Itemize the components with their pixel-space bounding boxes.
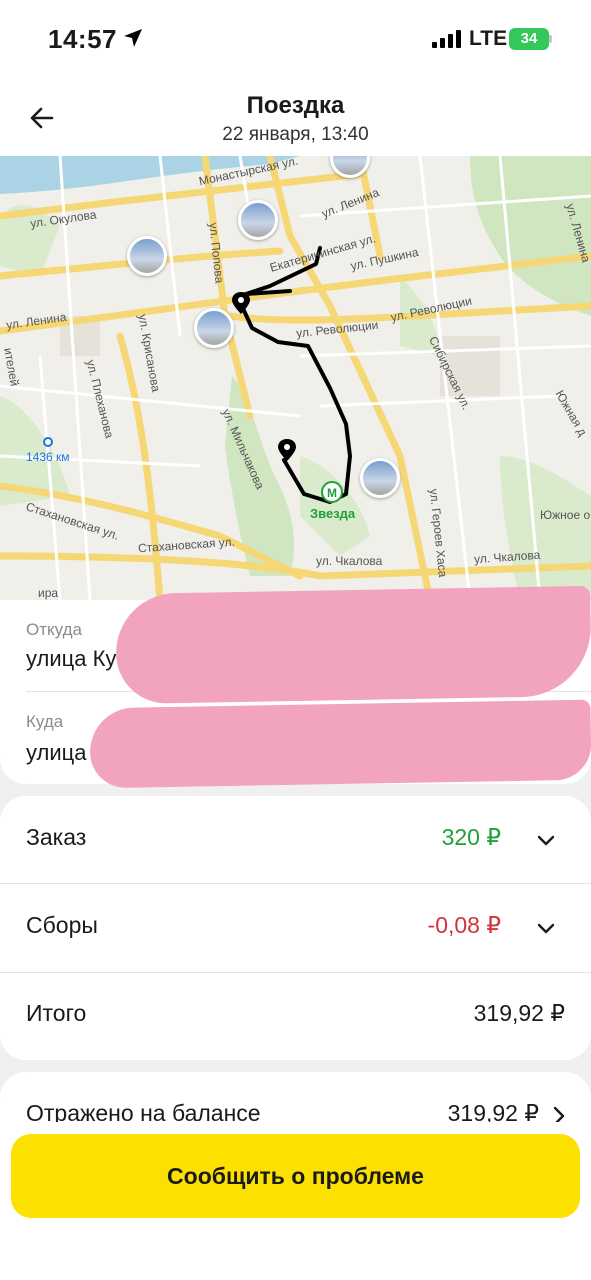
map-distance-label: 1436 км: [26, 450, 70, 464]
total-row: Итого 319,92 ₽: [0, 972, 591, 1060]
landmark-marker[interactable]: [360, 458, 400, 498]
landmark-marker[interactable]: [127, 236, 167, 276]
fees-value: -0,08 ₽: [427, 912, 501, 938]
location-arrow-icon: [124, 29, 142, 47]
status-time: 14:57: [48, 24, 117, 54]
address-card: Откуда улица Ку Куда улица: [0, 585, 591, 789]
report-problem-button[interactable]: Сообщить о проблеме: [11, 1134, 580, 1218]
landmark-marker[interactable]: [238, 200, 278, 240]
redaction-overlay: [89, 699, 591, 789]
page-title: Поездка: [246, 92, 345, 119]
chevron-down-icon[interactable]: [534, 916, 558, 940]
battery-icon: 34: [509, 28, 549, 50]
map-street-label: ул. Чкалова: [316, 554, 383, 568]
price-card: Заказ 320 ₽ Сборы -0,08 ₽ Итого 319,92 ₽: [0, 796, 591, 1060]
page-subtitle: 22 января, 13:40: [222, 124, 369, 145]
bottom-action-bar: Сообщить о проблеме: [0, 1122, 591, 1280]
route-map[interactable]: М Монастырская ул. ул. Окулова ул. Ленин…: [0, 156, 591, 600]
battery-cap: [549, 35, 552, 43]
chevron-down-icon[interactable]: [534, 828, 558, 852]
status-bar: 14:57 LTE 34: [0, 0, 591, 80]
order-value: 320 ₽: [441, 824, 501, 850]
map-street-label: ира: [38, 586, 59, 600]
redaction-overlay: [115, 585, 591, 705]
from-address: улица Ку: [26, 646, 117, 671]
order-label: Заказ: [26, 824, 87, 850]
svg-text:М: М: [327, 486, 337, 500]
fees-label: Сборы: [26, 912, 98, 938]
network-type: LTE: [469, 27, 508, 50]
metro-station-label: Звезда: [310, 506, 356, 521]
map-street-label: Южное о: [540, 508, 591, 522]
from-label: Откуда: [26, 620, 82, 639]
total-value: 319,92 ₽: [473, 1000, 565, 1026]
total-label: Итого: [26, 1000, 87, 1026]
order-row[interactable]: Заказ 320 ₽: [0, 796, 591, 884]
to-address: улица: [26, 740, 87, 765]
landmark-marker[interactable]: [194, 308, 234, 348]
signal-icon: [432, 30, 461, 48]
to-label: Куда: [26, 712, 64, 731]
battery-level: 34: [520, 30, 538, 47]
header: Поездка 22 января, 13:40: [0, 80, 591, 156]
fees-row[interactable]: Сборы -0,08 ₽: [0, 884, 591, 972]
